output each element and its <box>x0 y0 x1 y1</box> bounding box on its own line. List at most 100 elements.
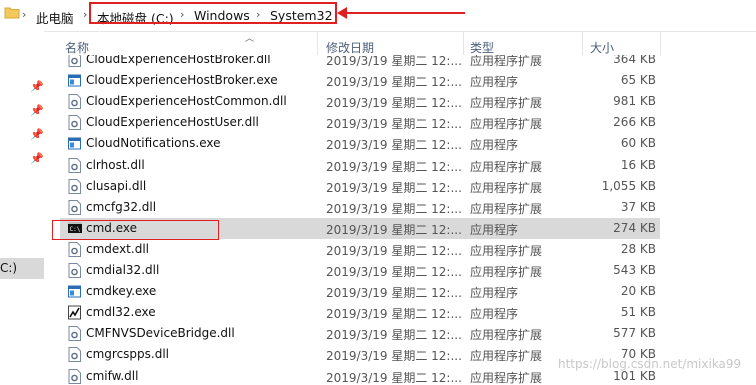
file-row[interactable]: cmcfg32.dll 2019/3/19 星期二 12:... 应用程序扩展 37 … <box>60 197 660 218</box>
column-divider[interactable] <box>660 31 661 55</box>
file-size: 364 KB <box>613 55 656 66</box>
file-row[interactable]: cmdl32.exe 2019/3/19 星期二 12:... 应用程序 51 KB <box>60 302 660 323</box>
file-row[interactable]: CloudNotifications.exe 2019/3/19 星期二 12:.… <box>60 133 660 154</box>
file-type: 应用程序扩展 <box>470 201 543 216</box>
file-date: 2019/3/19 星期二 12:... <box>326 180 462 195</box>
file-name: cmdial32.dll <box>86 263 160 277</box>
file-type: 应用程序扩展 <box>470 180 543 195</box>
dll-gear-icon <box>68 241 81 257</box>
file-date: 2019/3/19 星期二 12:... <box>326 75 462 90</box>
column-date[interactable]: 修改日期 <box>326 39 374 56</box>
file-size: 981 KB <box>613 94 656 109</box>
file-name: CloudExperienceHostBroker.exe <box>86 73 278 88</box>
file-type: 应用程序扩展 <box>470 349 543 364</box>
file-name: cmifw.dll <box>86 368 139 383</box>
file-row[interactable]: clusapi.dll 2019/3/19 星期二 12:... 应用程序扩展 1,0… <box>60 176 660 197</box>
column-type[interactable]: 类型 <box>470 39 494 56</box>
file-size: 65 KB <box>620 73 656 88</box>
file-date: 2019/3/19 星期二 12:... <box>326 96 462 111</box>
column-divider[interactable] <box>582 31 583 55</box>
file-name: CMFNVSDeviceBridge.dll <box>86 326 235 341</box>
file-row[interactable]: CloudExperienceHostUser.dll 2019/3/19 星期二… <box>60 112 660 133</box>
file-row[interactable]: clrhost.dll 2019/3/19 星期二 12:... 应用程序扩展 16 … <box>60 155 660 176</box>
file-name: cmcfg32.dll <box>86 199 157 214</box>
file-date: 2019/3/19 星期二 12:... <box>326 370 462 385</box>
file-date: 2019/3/19 星期二 12:... <box>326 349 462 364</box>
column-size[interactable]: 大小 <box>590 39 614 56</box>
exe-window-icon <box>68 136 81 151</box>
file-type: 应用程序 <box>470 307 519 322</box>
dll-gear-icon <box>68 115 81 131</box>
file-date: 2019/3/19 星期二 12:... <box>326 159 462 174</box>
dll-gear-icon <box>68 263 81 278</box>
file-name: CloudExperienceHostBroker.dll <box>86 55 271 66</box>
chevron-right-icon: › <box>22 8 27 21</box>
chevron-right-icon: › <box>83 8 88 21</box>
file-size: 16 KB <box>620 157 656 172</box>
file-size: 51 KB <box>620 305 656 320</box>
file-size: 60 KB <box>620 136 656 151</box>
nav-item-label: C:) <box>0 261 18 275</box>
file-row[interactable]: CMFNVSDeviceBridge.dll 2019/3/19 星期二 12:.… <box>60 323 660 344</box>
file-date: 2019/3/19 星期二 12:... <box>326 328 462 343</box>
annotation-box-path <box>89 2 337 24</box>
file-size: 274 KB <box>613 220 656 235</box>
file-type: 应用程序扩展 <box>470 328 543 343</box>
file-name: cmdext.dll <box>86 241 149 256</box>
file-date: 2019/3/19 星期二 12:... <box>326 307 462 322</box>
dll-gear-icon <box>68 178 81 194</box>
dll-gear-icon <box>68 55 81 67</box>
exe-window-icon <box>68 73 81 88</box>
file-row[interactable]: CloudExperienceHostBroker.dll 2019/3/19 星… <box>60 55 660 70</box>
file-size: 577 KB <box>613 326 656 341</box>
file-size: 37 KB <box>620 199 656 214</box>
column-divider[interactable] <box>317 31 318 55</box>
file-type: 应用程序 <box>470 75 519 90</box>
file-name: clrhost.dll <box>86 157 145 172</box>
dll-gear-icon <box>68 94 81 110</box>
pin-icon: 📌 <box>30 104 44 117</box>
file-date: 2019/3/19 星期二 12:... <box>326 243 462 258</box>
file-row[interactable]: cmdext.dll 2019/3/19 星期二 12:... 应用程序扩展 28 K… <box>60 239 660 260</box>
dll-gear-icon <box>68 368 81 384</box>
file-type: 应用程序扩展 <box>470 265 543 279</box>
file-date: 2019/3/19 星期二 12:... <box>326 55 462 68</box>
annotation-box-cmd <box>52 220 219 240</box>
column-name[interactable]: 名称 <box>65 39 89 56</box>
file-row[interactable]: CloudExperienceHostBroker.exe 2019/3/19 星… <box>60 70 660 91</box>
file-row[interactable]: cmdkey.exe 2019/3/19 星期二 12:... 应用程序 20 KB <box>60 281 660 302</box>
file-size: 28 KB <box>620 241 656 256</box>
file-type: 应用程序 <box>470 222 519 237</box>
file-name: cmgrcspps.dll <box>86 347 170 362</box>
column-divider[interactable] <box>463 31 464 55</box>
file-name: CloudExperienceHostUser.dll <box>86 115 259 130</box>
file-name: cmdl32.exe <box>86 305 156 320</box>
file-date: 2019/3/19 星期二 12:... <box>326 286 462 301</box>
nav-item-drive-c[interactable]: C:) <box>0 258 44 279</box>
file-size: 1,055 KB <box>601 178 656 193</box>
address-bar[interactable]: › 此电脑 › 本地磁盘 (C:) › Windows › System32 <box>0 0 756 32</box>
file-size: 20 KB <box>620 284 656 299</box>
file-date: 2019/3/19 星期二 12:... <box>326 201 462 216</box>
dll-gear-icon <box>68 326 81 342</box>
pin-icon: 📌 <box>30 80 44 93</box>
exe-signal-icon <box>68 305 81 320</box>
file-row[interactable]: cmdial32.dll 2019/3/19 星期二 12:... 应用程序扩展 54… <box>60 260 660 281</box>
file-name: clusapi.dll <box>86 178 147 193</box>
breadcrumb-this-pc[interactable]: 此电脑 <box>36 8 74 27</box>
file-type: 应用程序扩展 <box>470 159 543 174</box>
file-row[interactable]: CloudExperienceHostCommon.dll 2019/3/19 星… <box>60 91 660 112</box>
file-type: 应用程序 <box>470 286 519 301</box>
file-name: CloudNotifications.exe <box>86 136 221 151</box>
file-name: CloudExperienceHostCommon.dll <box>86 94 287 109</box>
sort-ascending-icon: ︿ <box>245 34 255 44</box>
file-date: 2019/3/19 星期二 12:... <box>326 222 462 237</box>
folder-icon <box>4 5 20 22</box>
file-name: cmdkey.exe <box>86 284 157 299</box>
file-date: 2019/3/19 星期二 12:... <box>326 265 462 279</box>
file-size: 543 KB <box>613 263 656 277</box>
file-type: 应用程序扩展 <box>470 243 543 258</box>
column-header: ︿ 名称 修改日期 类型 大小 <box>60 31 756 55</box>
exe-window-icon <box>68 284 81 299</box>
navigation-pane[interactable]: 📌 📌 📌 📌 C:) <box>0 31 44 385</box>
